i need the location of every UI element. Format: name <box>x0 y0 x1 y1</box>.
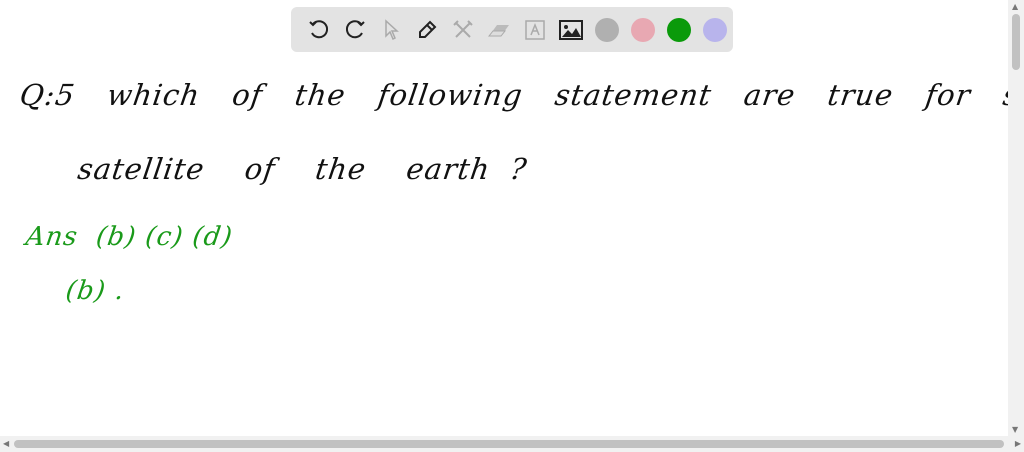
eraser-button[interactable] <box>481 12 517 48</box>
select-icon <box>385 18 399 40</box>
eraser-icon <box>487 24 509 36</box>
color-green[interactable] <box>661 12 697 48</box>
question-line-1: Q:5 which of the following statement are… <box>17 78 1024 112</box>
answer-line-1: Ans (b) (c) (d) <box>23 222 235 252</box>
vertical-scroll-thumb[interactable] <box>1012 14 1020 70</box>
color-swatch <box>631 17 655 42</box>
scroll-right-icon[interactable]: ▶ <box>1015 439 1021 448</box>
text-icon <box>525 19 545 40</box>
horizontal-scrollbar[interactable]: ◀ ▶ <box>0 436 1024 452</box>
redo-button[interactable] <box>337 12 373 48</box>
image-button[interactable] <box>553 12 589 48</box>
answer-line-2: (b) . <box>63 276 127 306</box>
horizontal-scroll-thumb[interactable] <box>14 440 1004 448</box>
vertical-scrollbar[interactable]: ▲ ▼ <box>1008 0 1024 436</box>
scroll-down-icon[interactable]: ▼ <box>1012 425 1018 434</box>
undo-icon <box>309 19 329 38</box>
question-line-2: satellite of the earth ? <box>75 152 530 186</box>
tools-icon <box>453 19 473 38</box>
color-lavender[interactable] <box>697 12 733 48</box>
undo-button[interactable] <box>301 12 337 48</box>
color-swatch <box>667 17 691 42</box>
pen-button[interactable] <box>409 12 445 48</box>
tools-button[interactable] <box>445 12 481 48</box>
text-button[interactable] <box>517 12 553 48</box>
color-gray[interactable] <box>589 12 625 48</box>
scroll-left-icon[interactable]: ◀ <box>3 439 9 448</box>
select-button[interactable] <box>373 12 409 48</box>
image-icon <box>559 19 583 40</box>
drawing-toolbar <box>291 7 733 52</box>
color-swatch <box>703 17 727 42</box>
color-swatch <box>595 17 619 42</box>
scroll-up-icon[interactable]: ▲ <box>1012 2 1018 11</box>
redo-icon <box>345 19 365 38</box>
color-pink[interactable] <box>625 12 661 48</box>
pen-icon <box>419 20 437 38</box>
